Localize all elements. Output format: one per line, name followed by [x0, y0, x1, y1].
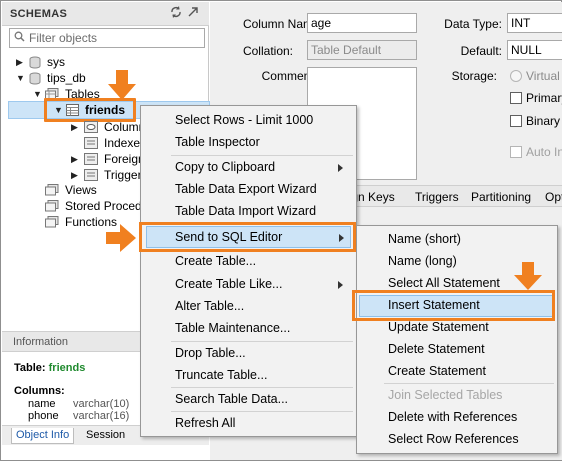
menu-item-search-table-data[interactable]: Search Table Data... — [175, 388, 288, 410]
tree-label: Stored Procedu — [65, 199, 142, 213]
tree-item-views[interactable]: Views — [2, 182, 142, 198]
tree-label: Views — [65, 183, 97, 197]
expand-icon[interactable] — [187, 6, 199, 21]
table-label: Table: — [14, 362, 46, 374]
orange-arrow-down-icon — [514, 262, 542, 290]
storage-label: Storage: — [451, 69, 497, 83]
column-name: name — [28, 398, 56, 410]
submenu-item-delete-statement[interactable]: Delete Statement — [388, 338, 485, 360]
functions-folder-icon — [45, 216, 59, 232]
menu-item-import-wizard[interactable]: Table Data Import Wizard — [175, 200, 316, 222]
tree-item-indexes[interactable]: Indexe — [2, 135, 142, 151]
context-menu: Select Rows - Limit 1000 Table Inspector… — [140, 105, 357, 437]
submenu-item-delete-with-refs[interactable]: Delete with References — [388, 406, 517, 428]
expand-down-icon[interactable]: ▼ — [33, 86, 42, 102]
default-label: Default: — [460, 44, 502, 58]
schemas-title: SCHEMAS — [10, 8, 68, 20]
submenu-item-create-statement[interactable]: Create Statement — [388, 360, 486, 382]
expand-right-icon[interactable]: ▶ — [71, 119, 78, 135]
collation-select[interactable]: Table Default — [307, 40, 417, 60]
refresh-icon[interactable] — [170, 6, 182, 21]
virtual-label: Virtual — [526, 69, 560, 83]
tree-item-sys[interactable]: ▶ sys — [2, 54, 202, 70]
schemas-header: SCHEMAS — [2, 2, 209, 26]
submenu-arrow-icon — [338, 281, 343, 289]
submenu-item-join-selected: Join Selected Tables — [388, 388, 503, 402]
tree-item-tips-db[interactable]: ▼ tips_db — [2, 70, 202, 86]
default-field[interactable]: NULL — [507, 40, 562, 60]
column-type: varchar(10) — [73, 398, 130, 410]
orange-arrow-down-icon — [108, 70, 136, 100]
search-icon — [14, 31, 25, 42]
procedures-folder-icon — [45, 200, 59, 214]
tree-label: Indexe — [104, 136, 141, 150]
expand-right-icon[interactable]: ▶ — [71, 167, 78, 183]
menu-item-truncate-table[interactable]: Truncate Table... — [175, 364, 267, 386]
menu-item-select-rows[interactable]: Select Rows - Limit 1000 — [175, 109, 313, 131]
column-type: varchar(16) — [73, 410, 130, 422]
tree-label: tips_db — [47, 71, 86, 85]
tree-label: Foreign — [104, 152, 145, 166]
submenu-item-name-long[interactable]: Name (long) — [388, 250, 457, 272]
auto-increment-label: Auto In — [526, 145, 562, 159]
tab-session[interactable]: Session — [82, 428, 129, 444]
info-table-line: Table: friends — [14, 362, 85, 374]
data-type-field[interactable]: INT — [507, 13, 562, 33]
menu-item-table-maintenance[interactable]: Table Maintenance... — [175, 317, 290, 339]
orange-arrow-right-icon — [106, 224, 136, 252]
submenu-item-name-short[interactable]: Name (short) — [388, 228, 461, 250]
column-name-field[interactable]: age — [307, 13, 417, 33]
tab-options[interactable]: Opt — [545, 190, 562, 204]
tree-item-triggers[interactable]: ▶ Trigger — [2, 167, 142, 183]
tree-label: Trigger — [104, 168, 142, 182]
tab-object-info[interactable]: Object Info — [11, 428, 75, 444]
app-window: SCHEMAS ▶ sys ▼ t — [0, 0, 562, 461]
filter-input[interactable] — [29, 30, 201, 46]
menu-item-create-table-like[interactable]: Create Table Like... — [175, 273, 282, 295]
virtual-radio[interactable] — [510, 70, 522, 82]
menu-item-refresh-all[interactable]: Refresh All — [175, 412, 235, 434]
orange-highlight-box — [352, 290, 555, 321]
tab-partitioning[interactable]: Partitioning — [471, 190, 531, 204]
menu-item-table-inspector[interactable]: Table Inspector — [175, 131, 260, 153]
send-to-sql-submenu: Name (short) Name (long) Select All Stat… — [356, 225, 558, 454]
expand-down-icon[interactable]: ▼ — [16, 70, 25, 86]
tree-item-foreign-keys[interactable]: ▶ Foreign — [2, 151, 145, 167]
tab-triggers[interactable]: Triggers — [415, 190, 459, 204]
expand-right-icon[interactable]: ▶ — [71, 151, 78, 167]
information-title: Information — [13, 336, 69, 348]
primary-label: Primary — [526, 91, 562, 105]
menu-item-copy-to-clipboard[interactable]: Copy to Clipboard — [175, 156, 275, 178]
primary-checkbox[interactable] — [510, 92, 522, 104]
menu-item-export-wizard[interactable]: Table Data Export Wizard — [175, 178, 317, 200]
tree-label: sys — [47, 55, 65, 69]
filter-box[interactable] — [9, 28, 205, 48]
tree-item-columns[interactable]: ▶ Column — [2, 119, 145, 135]
auto-increment-checkbox[interactable] — [510, 146, 522, 158]
binary-checkbox[interactable] — [510, 115, 522, 127]
submenu-item-select-row-refs[interactable]: Select Row References — [388, 428, 519, 450]
menu-item-create-table[interactable]: Create Table... — [175, 250, 256, 272]
tree-item-stored-procedures[interactable]: Stored Procedu — [2, 198, 142, 214]
data-type-label: Data Type: — [444, 17, 502, 31]
submenu-arrow-icon — [338, 164, 343, 172]
table-name: friends — [48, 362, 86, 374]
columns-label: Columns: — [14, 385, 65, 397]
orange-highlight-box — [139, 222, 356, 252]
menu-item-drop-table[interactable]: Drop Table... — [175, 342, 246, 364]
collation-label: Collation: — [242, 44, 293, 58]
expand-right-icon[interactable]: ▶ — [16, 54, 23, 70]
menu-item-alter-table[interactable]: Alter Table... — [175, 295, 244, 317]
binary-label: Binary — [526, 114, 561, 128]
column-name: phone — [28, 410, 59, 422]
